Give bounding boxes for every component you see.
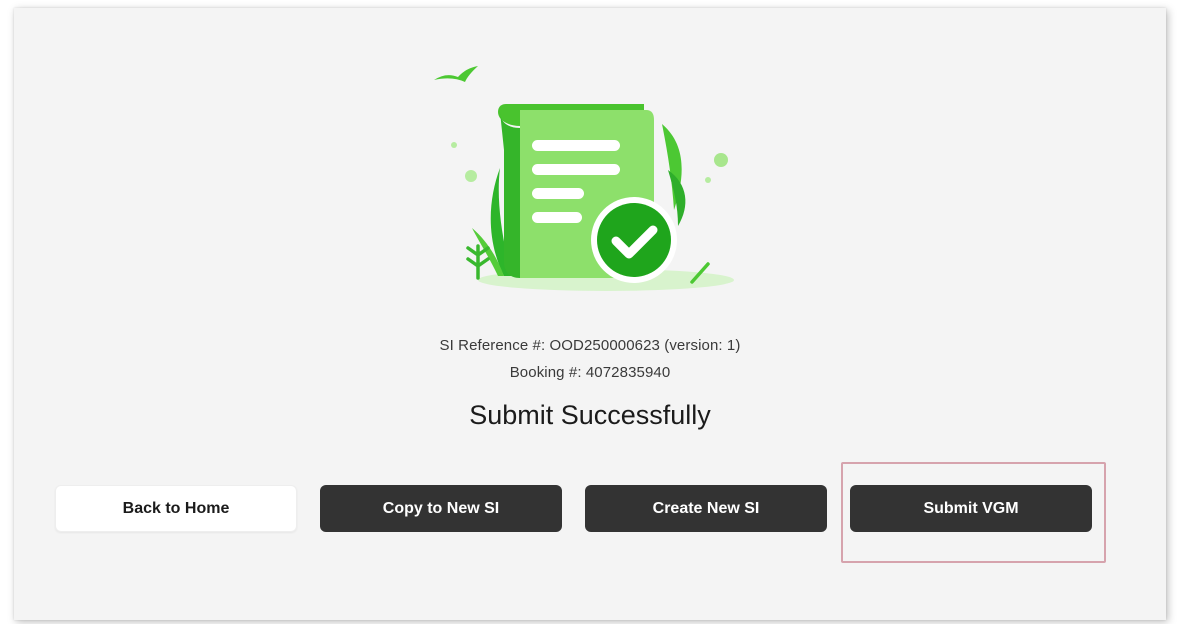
create-new-si-button[interactable]: Create New SI xyxy=(585,485,827,532)
screenshot-frame: SI Reference #: OOD250000623 (version: 1… xyxy=(0,0,1179,624)
si-reference: SI Reference #: OOD250000623 (version: 1… xyxy=(439,337,741,354)
decor-dot xyxy=(705,177,711,183)
paper-line xyxy=(532,212,582,223)
bird-icon xyxy=(434,66,478,82)
check-circle xyxy=(597,203,671,277)
decor-dot xyxy=(451,142,457,148)
paper-line xyxy=(532,164,620,175)
document-success-icon xyxy=(434,66,734,291)
decor-dot xyxy=(465,170,477,182)
back-to-home-button[interactable]: Back to Home xyxy=(55,485,297,532)
success-panel: SI Reference #: OOD250000623 (version: 1… xyxy=(14,8,1166,620)
paper-line xyxy=(532,188,584,199)
copy-to-new-si-button[interactable]: Copy to New SI xyxy=(320,485,562,532)
booking-number: Booking #: 4072835940 xyxy=(509,364,671,381)
sprout-icon xyxy=(466,244,490,280)
success-title: Submit Successfully xyxy=(469,400,711,430)
submit-vgm-button[interactable]: Submit VGM xyxy=(850,485,1092,532)
paper-line xyxy=(532,140,620,151)
decor-dot xyxy=(714,153,728,167)
